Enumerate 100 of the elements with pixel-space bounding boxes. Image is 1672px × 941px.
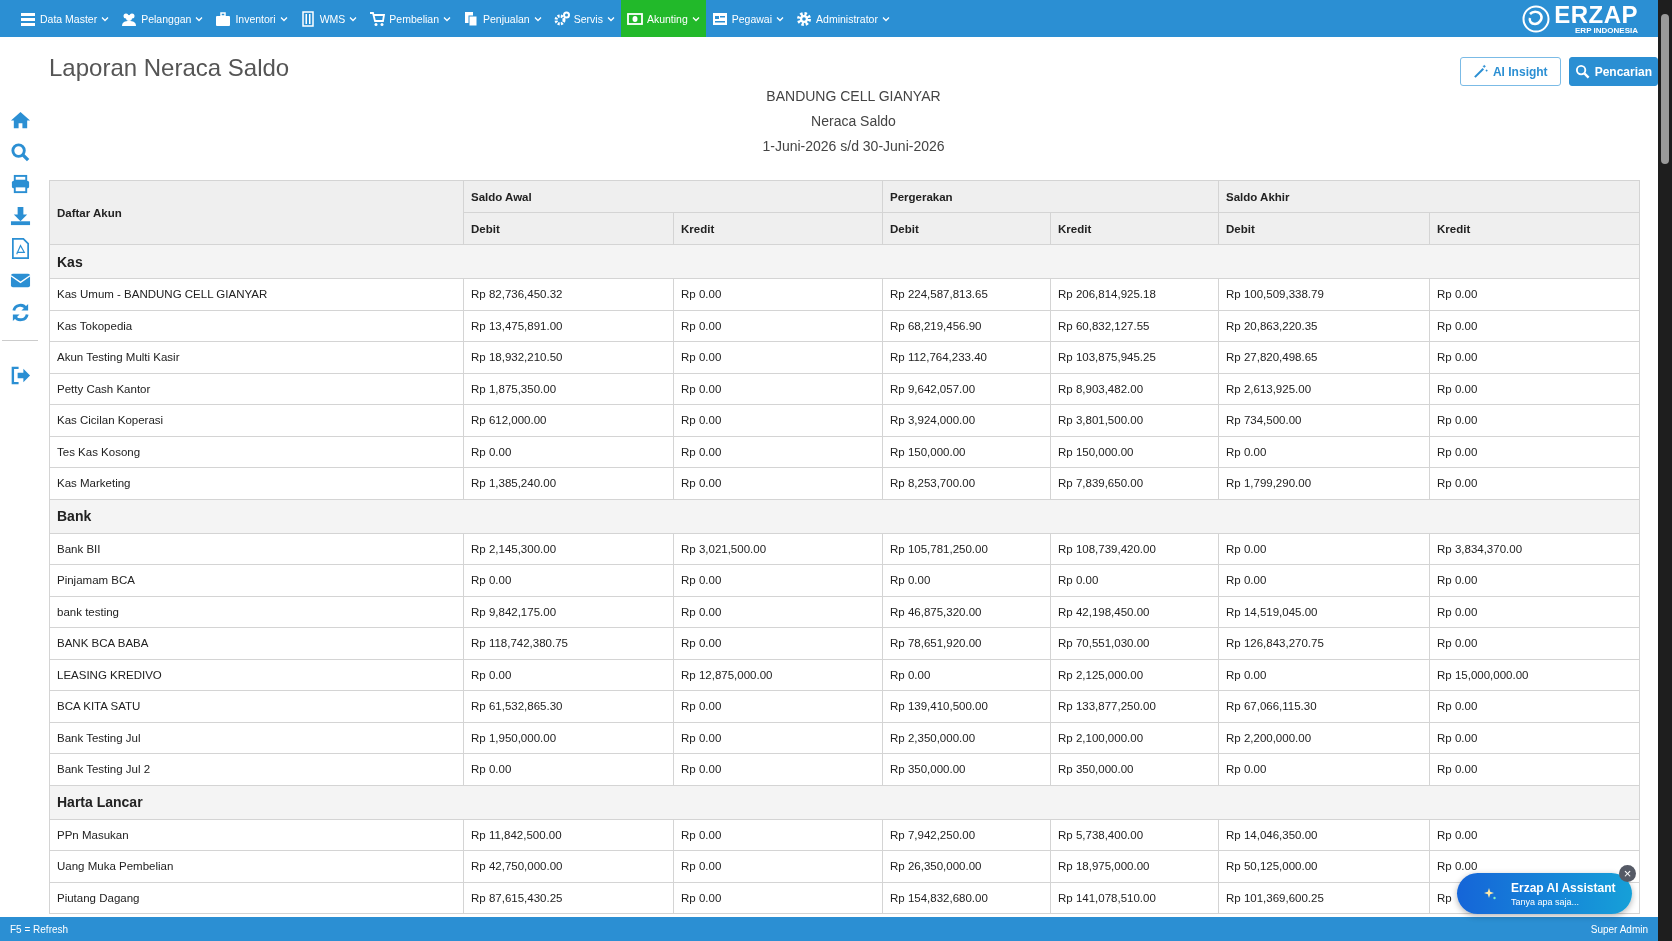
- printer-icon[interactable]: [9, 174, 31, 195]
- nav-menu-item[interactable]: Pegawai: [705, 0, 791, 37]
- amount-cell: Rp 139,410,500.00: [882, 690, 1051, 722]
- column-header: Daftar Akun: [49, 180, 464, 245]
- amount-cell: Rp 5,738,400.00: [1050, 819, 1219, 851]
- amount-cell: Rp 0.00: [673, 722, 883, 754]
- nav-menu-item[interactable]: Data Master: [14, 0, 116, 37]
- section-heading: Bank: [49, 499, 1640, 533]
- download-icon[interactable]: [9, 206, 31, 227]
- amount-cell: Rp 0.00: [673, 690, 883, 722]
- amount-cell: Rp 42,750,000.00: [463, 850, 674, 882]
- amount-cell: Rp 2,350,000.00: [882, 722, 1051, 754]
- amount-cell: Rp 612,000.00: [463, 404, 674, 436]
- ai-insight-button[interactable]: AI Insight: [1459, 57, 1561, 86]
- nav-menu-item[interactable]: WMS: [293, 0, 364, 37]
- amount-cell: Rp 9,842,175.00: [463, 596, 674, 628]
- money-icon: [626, 10, 643, 27]
- chevron-down-icon: [349, 15, 358, 22]
- amount-cell: Rp 0.00: [673, 753, 883, 785]
- amount-cell: Rp 8,253,700.00: [882, 467, 1051, 499]
- amount-cell: Rp 26,350,000.00: [882, 850, 1051, 882]
- home-icon[interactable]: [9, 110, 31, 131]
- scrollbar[interactable]: [1658, 0, 1672, 941]
- nav-menu-item[interactable]: Administrator: [790, 0, 896, 37]
- refresh-hint: F5 = Refresh: [10, 923, 69, 935]
- nav-menu-item[interactable]: Inventori: [209, 0, 294, 37]
- amount-cell: Rp 18,975,000.00: [1050, 850, 1219, 882]
- amount-cell: Rp 0.00: [882, 564, 1051, 596]
- amount-cell: Rp 734,500.00: [1218, 404, 1430, 436]
- amount-cell: Rp 20,863,220.35: [1218, 310, 1430, 342]
- amount-cell: Rp 7,839,650.00: [1050, 467, 1219, 499]
- nav-menu-item[interactable]: Servis: [547, 0, 621, 37]
- chevron-down-icon: [195, 15, 204, 22]
- amount-cell: Rp 15,000,000.00: [1429, 659, 1640, 691]
- amount-cell: Rp 1,799,290.00: [1218, 467, 1430, 499]
- amount-cell: Rp 42,198,450.00: [1050, 596, 1219, 628]
- amount-cell: Rp 0.00: [673, 850, 883, 882]
- chevron-down-icon: [691, 15, 700, 22]
- amount-cell: Rp 0.00: [1429, 467, 1640, 499]
- amount-cell: Rp 0.00: [673, 341, 883, 373]
- nav-menu-item[interactable]: Penjualan: [457, 0, 548, 37]
- amount-cell: Rp 0.00: [1429, 819, 1640, 851]
- account-name-cell: Uang Muka Pembelian: [49, 850, 464, 882]
- amount-cell: Rp 103,875,945.25: [1050, 341, 1219, 373]
- amount-cell: Rp 9,642,057.00: [882, 373, 1051, 405]
- amount-cell: Rp 0.00: [1429, 596, 1640, 628]
- nav-menu-item[interactable]: Pembelian: [363, 0, 457, 37]
- search-icon: [1574, 64, 1590, 79]
- pdf-file-icon[interactable]: [9, 238, 31, 259]
- amount-cell: Rp 14,519,045.00: [1218, 596, 1430, 628]
- nav-menu-item[interactable]: Akunting: [620, 0, 706, 37]
- account-name-cell: LEASING KREDIVO: [49, 659, 464, 691]
- logo-emblem-icon: [1522, 4, 1551, 33]
- amount-cell: Rp 3,834,370.00: [1429, 533, 1640, 565]
- chevron-down-icon: [101, 15, 110, 22]
- amount-cell: Rp 18,932,210.50: [463, 341, 674, 373]
- amount-cell: Rp 0.00: [673, 373, 883, 405]
- account-name-cell: Bank Testing Jul 2: [49, 753, 464, 785]
- amount-cell: Rp 0.00: [1429, 753, 1640, 785]
- amount-cell: Rp 70,551,030.00: [1050, 627, 1219, 659]
- cart-icon: [369, 10, 386, 27]
- column-header: Kredit: [673, 212, 883, 245]
- assistant-subtitle: Tanya apa saja...: [1511, 896, 1581, 907]
- amount-cell: Rp 78,651,920.00: [882, 627, 1051, 659]
- account-name-cell: Pinjamam BCA: [49, 564, 464, 596]
- amount-cell: Rp 87,615,430.25: [463, 882, 674, 914]
- amount-cell: Rp 0.00: [1218, 659, 1430, 691]
- amount-cell: Rp 0.00: [673, 404, 883, 436]
- logout-icon[interactable]: [9, 365, 31, 386]
- column-header: Kredit: [1429, 212, 1640, 245]
- documents-icon: [463, 10, 479, 27]
- amount-cell: Rp 13,475,891.00: [463, 310, 674, 342]
- amount-cell: Rp 2,145,300.00: [463, 533, 674, 565]
- amount-cell: Rp 67,066,115.30: [1218, 690, 1430, 722]
- logo-tagline: ERP INDONESIA: [1575, 26, 1638, 35]
- column-header: Debit: [882, 212, 1051, 245]
- amount-cell: Rp 3,924,000.00: [882, 404, 1051, 436]
- close-button[interactable]: ×: [1619, 865, 1636, 882]
- search-button[interactable]: Pencarian: [1568, 57, 1658, 86]
- amount-cell: Rp 0.00: [1218, 564, 1430, 596]
- amount-cell: Rp 105,781,250.00: [882, 533, 1051, 565]
- amount-cell: Rp 3,801,500.00: [1050, 404, 1219, 436]
- amount-cell: Rp 0.00: [1050, 564, 1219, 596]
- search-icon[interactable]: [9, 142, 31, 163]
- amount-cell: Rp 0.00: [1218, 436, 1430, 468]
- amount-cell: Rp 206,814,925.18: [1050, 278, 1219, 310]
- amount-cell: Rp 350,000.00: [1050, 753, 1219, 785]
- column-header: Debit: [463, 212, 674, 245]
- section-heading: Kas: [49, 244, 1640, 279]
- amount-cell: Rp 1,950,000.00: [463, 722, 674, 754]
- account-name-cell: Kas Marketing: [49, 467, 464, 499]
- amount-cell: Rp 12,875,000.00: [673, 659, 883, 691]
- amount-cell: Rp 126,843,270.75: [1218, 627, 1430, 659]
- amount-cell: Rp 0.00: [882, 659, 1051, 691]
- wand-icon: [1472, 64, 1488, 79]
- nav-menu-item[interactable]: Pelanggan: [115, 0, 210, 37]
- amount-cell: Rp 2,200,000.00: [1218, 722, 1430, 754]
- amount-cell: Rp 0.00: [673, 819, 883, 851]
- amount-cell: Rp 61,532,865.30: [463, 690, 674, 722]
- report-period: 1-Juni-2026 s/d 30-Juni-2026: [762, 138, 945, 155]
